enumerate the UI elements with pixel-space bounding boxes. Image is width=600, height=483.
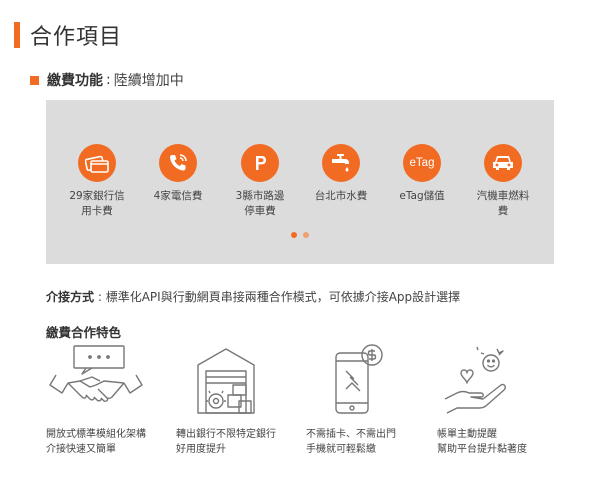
credit-card-icon <box>78 144 116 182</box>
pay-item-etag[interactable]: eTag eTag儲值 <box>386 144 458 204</box>
feature-item: 不需插卡、不需出門 手機就可輕鬆繳 <box>306 343 436 457</box>
phone-icon <box>159 144 197 182</box>
pay-item-credit-card[interactable]: 29家銀行信 用卡費 <box>61 144 133 219</box>
carousel-dot[interactable] <box>303 232 309 238</box>
method-label: 介接方式 <box>46 290 95 304</box>
bullet-square <box>30 75 39 85</box>
payment-label: 繳費功能 <box>47 73 103 89</box>
payment-heading: 繳費功能 : 陸續增加中 <box>30 70 184 90</box>
method-value: 標準化API與行動網頁串接兩種合作模式，可依據介接App設計選擇 <box>105 290 461 304</box>
pay-item-telecom[interactable]: 4家電信費 <box>142 144 214 204</box>
carousel-pagination <box>46 232 554 238</box>
title-accent-bar <box>14 22 20 48</box>
payment-value: 陸續增加中 <box>113 73 184 89</box>
handshake-icon <box>49 345 143 402</box>
pay-item-fuel[interactable]: 汽機車燃料費 <box>467 144 539 219</box>
features-title: 繳費合作特色 <box>46 325 122 340</box>
feature-item: 開放式標準模組化架構 介接快速又簡單 <box>46 343 176 457</box>
feature-item: 轉出銀行不限特定銀行 好用度提升 <box>176 343 306 457</box>
etag-icon: eTag <box>403 144 441 182</box>
feature-item: 帳單主動提醒 幫助平台提升黏著度 <box>437 343 567 457</box>
car-icon <box>484 144 522 182</box>
faucet-icon <box>322 144 360 182</box>
page-title: 合作項目 <box>14 20 122 50</box>
page-title-text: 合作項目 <box>30 25 123 50</box>
warehouse-icon <box>197 348 255 414</box>
hand-heart-icon <box>444 346 506 414</box>
integration-method: 介接方式 : 標準化API與行動網頁串接兩種合作模式，可依據介接App設計選擇 <box>46 290 461 304</box>
mobile-coin-icon <box>335 344 383 414</box>
pay-item-parking[interactable]: 3縣市路邊 停車費 <box>224 144 296 219</box>
carousel-dot-active[interactable] <box>291 232 297 238</box>
parking-icon <box>241 144 279 182</box>
pay-item-water[interactable]: 台北市水費 <box>305 144 377 204</box>
payment-carousel[interactable]: 29家銀行信 用卡費 4家電信費 3縣市路邊 停車費 台北市水費 eTag eT… <box>46 100 554 264</box>
